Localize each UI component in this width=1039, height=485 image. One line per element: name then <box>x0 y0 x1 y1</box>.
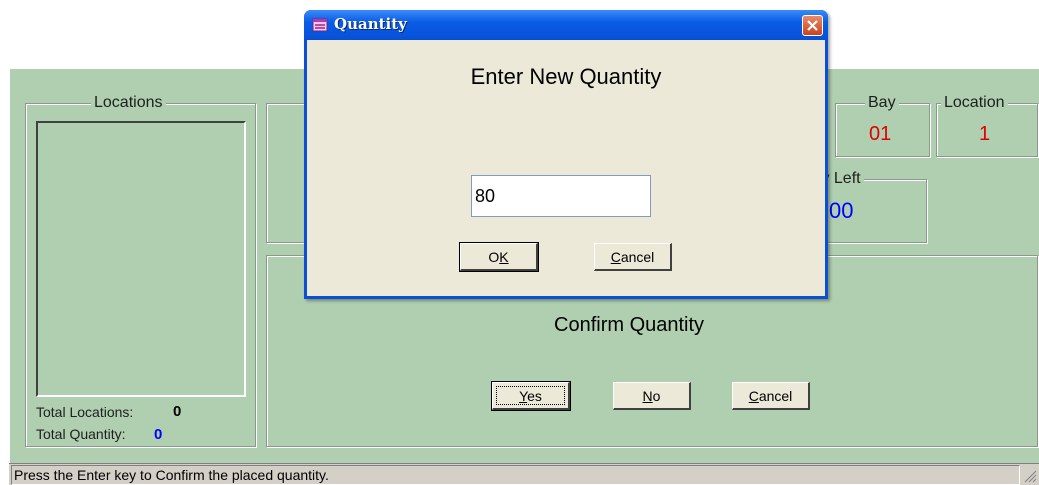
locations-listbox[interactable] <box>36 121 246 397</box>
dialog-body: Enter New Quantity 80 OK Cancel <box>307 40 825 296</box>
dialog-title: Quantity <box>334 15 407 33</box>
yes-mnemonic: Y <box>519 387 528 404</box>
dialog-cancel-label: ancel <box>620 248 655 265</box>
dialog-cancel-mnemonic: C <box>610 248 621 265</box>
ok-mnemonic: K <box>499 248 509 265</box>
confirm-title: Confirm Quantity <box>554 314 705 336</box>
total-quantity-value: 0 <box>154 426 163 443</box>
location-value: 1 <box>979 123 991 145</box>
status-text: Press the Enter key to Confirm the place… <box>11 465 1020 485</box>
ok-button[interactable]: OK <box>459 242 539 272</box>
total-locations-value: 0 <box>173 403 182 420</box>
dialog-titlebar[interactable]: Quantity <box>304 10 828 40</box>
cancel-button[interactable]: Cancel <box>732 382 810 410</box>
bay-value: 01 <box>869 123 892 145</box>
no-label: o <box>652 387 661 404</box>
total-locations-label: Total Locations: <box>36 404 134 420</box>
total-quantity-label: Total Quantity: <box>36 426 126 442</box>
yes-button[interactable]: Yes <box>491 381 571 411</box>
no-button[interactable]: No <box>613 382 691 410</box>
locations-legend: Locations <box>91 94 166 112</box>
quantity-left-value: 00 <box>829 198 854 223</box>
ok-label-prefix: O <box>488 248 500 265</box>
location-legend: Location <box>941 94 1008 112</box>
dialog-heading: Enter New Quantity <box>470 64 662 89</box>
close-x-icon <box>807 20 818 31</box>
cancel-mnemonic: C <box>748 387 759 404</box>
location-group: Location 1 <box>936 94 1038 157</box>
no-mnemonic: N <box>642 387 653 404</box>
size-grip-icon[interactable] <box>1023 469 1037 483</box>
cancel-label: ancel <box>758 387 793 404</box>
bay-group: Bay 01 <box>835 94 930 157</box>
close-button[interactable] <box>802 15 823 36</box>
app-window-icon <box>312 18 328 32</box>
status-bar: Press the Enter key to Confirm the place… <box>9 463 1039 485</box>
bay-legend: Bay <box>865 94 899 112</box>
dialog-cancel-button[interactable]: Cancel <box>594 243 672 271</box>
quantity-input[interactable]: 80 <box>471 175 651 217</box>
yes-label: es <box>527 387 542 404</box>
quantity-dialog: Quantity Enter New Quantity 80 OK Cancel <box>304 10 828 299</box>
